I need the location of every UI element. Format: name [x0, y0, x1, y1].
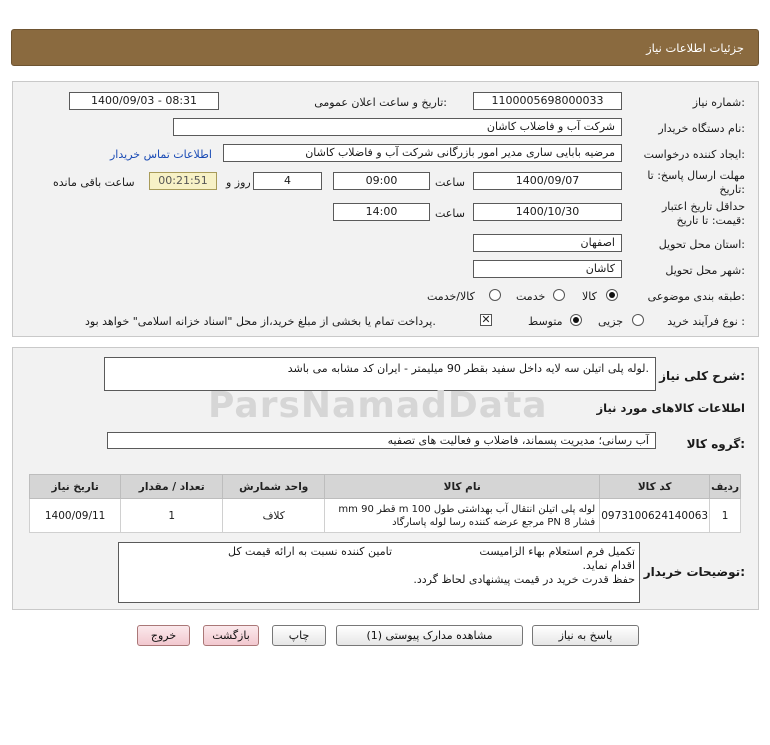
table-row[interactable]: 1 0973100624140063 لوله پلی اتیلن انتقال…	[28, 498, 741, 533]
need-number-field: 1100005698000033	[473, 92, 622, 110]
back-button[interactable]: بازگشت	[203, 625, 259, 646]
send-date-field: 1400/09/07	[473, 172, 622, 190]
exit-button[interactable]: خروج	[137, 625, 190, 646]
send-time-field: 09:00	[333, 172, 430, 190]
goods-section-title: اطلاعات کالاهای مورد نیاز	[596, 401, 745, 415]
validity-time-field: 14:00	[333, 203, 430, 221]
cell-code: 0973100624140063	[599, 498, 711, 533]
days-label: روز و	[226, 176, 251, 189]
col-date: تاریخ نیاز	[28, 474, 122, 499]
city-field: کاشان	[473, 260, 622, 278]
col-unit: واحد شمارش	[222, 474, 326, 499]
category-radio-service[interactable]	[553, 289, 565, 301]
process-option-medium: متوسط	[528, 315, 563, 328]
process-radio-minor[interactable]	[632, 314, 644, 326]
send-time-label: ساعت	[435, 176, 465, 189]
remaining-time-field: 00:21:51	[149, 172, 217, 190]
goods-table: ردیف کد کالا نام کالا واحد شمارش تعداد /…	[28, 474, 741, 533]
category-option-goods: کالا	[582, 290, 597, 303]
col-qty: تعداد / مقدار	[120, 474, 224, 499]
category-radio-goods[interactable]	[606, 289, 618, 301]
buyer-notes-line-3: حفظ قدرت خرید در قیمت پیشنهادی لحاظ گردد…	[413, 573, 635, 586]
buyer-org-field: شرکت آب و فاضلاب کاشان	[173, 118, 622, 136]
buyer-notes-box: تکمیل فرم استعلام بهاء الزامیست تامین کن…	[118, 542, 640, 603]
page-header: جزئیات اطلاعات نیاز	[11, 29, 759, 66]
col-code: کد کالا	[599, 474, 711, 499]
cell-row: 1	[709, 498, 741, 533]
col-row: ردیف	[709, 474, 741, 499]
announce-label: تاریخ و ساعت اعلان عمومی:	[314, 96, 447, 109]
col-name: نام کالا	[324, 474, 601, 499]
remaining-label: ساعت باقی مانده	[53, 176, 135, 189]
print-button[interactable]: چاپ	[272, 625, 326, 646]
send-deadline-label: مهلت ارسال پاسخ: تا	[647, 169, 745, 182]
goods-group-label: گروه کالا:	[686, 437, 745, 451]
process-radio-medium[interactable]	[570, 314, 582, 326]
attachments-button[interactable]: مشاهده مدارک پیوستی (1)	[336, 625, 523, 646]
category-label: طبقه بندی موضوعی:	[647, 290, 745, 303]
validity-date-field: 1400/10/30	[473, 203, 622, 221]
process-option-minor: جزیی	[598, 315, 624, 328]
province-field: اصفهان	[473, 234, 622, 252]
cell-qty: 1	[120, 498, 224, 533]
requester-label: ایجاد کننده درخواست:	[643, 148, 745, 161]
validity-label-2: قیمت: تا تاریخ:	[676, 214, 745, 227]
category-option-service: خدمت	[516, 290, 546, 303]
summary-box: لوله پلی اتیلن سه لایه داخل سفید بقطر 90…	[104, 357, 656, 391]
treasury-note: پرداخت تمام یا بخشی از مبلغ خرید،از محل …	[85, 315, 436, 328]
contact-buyer-link[interactable]: اطلاعات تماس خریدار	[110, 148, 212, 161]
need-number-label: شماره نیاز:	[692, 96, 745, 109]
city-label: شهر محل تحویل:	[665, 264, 745, 277]
announce-field: 1400/09/03 - 08:31	[69, 92, 219, 110]
goods-group-field: آب رسانی؛ مدیریت پسماند، فاضلاب و فعالیت…	[107, 432, 656, 449]
page-title: جزئیات اطلاعات نیاز	[646, 41, 744, 55]
buyer-notes-line-2: اقدام نماید.	[582, 559, 635, 572]
treasury-checkbox[interactable]: ✕	[480, 314, 492, 326]
cell-unit: کلاف	[222, 498, 326, 533]
validity-label: حداقل تاریخ اعتبار	[661, 200, 745, 213]
days-field: 4	[253, 172, 322, 190]
cell-date: 1400/09/11	[28, 498, 122, 533]
reply-button[interactable]: پاسخ به نیاز	[532, 625, 639, 646]
buyer-org-label: نام دستگاه خریدار:	[658, 122, 745, 135]
validity-time-label: ساعت	[435, 207, 465, 220]
cell-name: لوله پلی اتیلن انتقال آب بهداشتی طول 100…	[324, 498, 601, 533]
category-option-both: کالا/خدمت	[427, 290, 475, 303]
category-radio-both[interactable]	[489, 289, 501, 301]
send-deadline-label-2: تاریخ:	[719, 183, 745, 196]
summary-label: شرح کلی نیاز:	[659, 369, 745, 383]
buyer-notes-line-1: تکمیل فرم استعلام بهاء الزامیست تامین کن…	[227, 545, 635, 558]
province-label: استان محل تحویل:	[658, 238, 745, 251]
buyer-notes-label: توضیحات خریدار:	[643, 565, 745, 579]
process-label: نوع فرآیند خرید :	[667, 315, 745, 328]
requester-field: مرضیه بابایی ساری مدیر امور بازرگانی شرک…	[223, 144, 622, 162]
table-header-row: ردیف کد کالا نام کالا واحد شمارش تعداد /…	[28, 474, 741, 499]
